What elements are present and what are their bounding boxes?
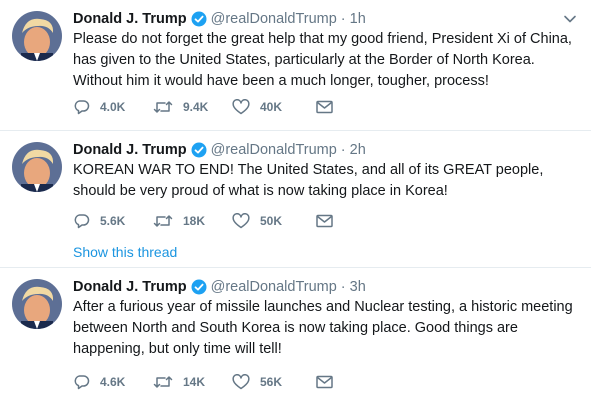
avatar[interactable]: [12, 11, 62, 61]
tweet-feed: Donald J. Trump @realDonaldTrump · 1h Pl…: [0, 0, 591, 408]
avatar[interactable]: [12, 142, 62, 192]
heart-icon: [232, 374, 250, 390]
reply-button[interactable]: 4.6K: [73, 374, 153, 390]
retweet-icon: [153, 213, 173, 229]
verified-badge-icon: [191, 11, 207, 27]
separator-dot: ·: [340, 142, 346, 158]
retweet-button[interactable]: 9.4K: [153, 99, 232, 115]
tweet-actions: 4.6K 14K 56K: [73, 372, 333, 392]
like-button[interactable]: 56K: [232, 374, 316, 390]
tweet-actions: 4.0K 9.4K 40K: [73, 97, 333, 117]
heart-icon: [232, 99, 250, 115]
retweet-button[interactable]: 18K: [153, 213, 232, 229]
like-count: 56K: [260, 375, 283, 389]
verified-badge-icon: [191, 142, 207, 158]
reply-button[interactable]: 4.0K: [73, 99, 153, 115]
reply-bubble-icon: [73, 213, 90, 229]
retweet-count: 18K: [183, 214, 206, 228]
show-thread-link[interactable]: Show this thread: [73, 244, 177, 260]
separator-dot: ·: [340, 11, 346, 27]
reply-bubble-icon: [73, 99, 90, 115]
retweet-count: 9.4K: [183, 100, 209, 114]
like-button[interactable]: 40K: [232, 99, 316, 115]
tweet-header: Donald J. Trump @realDonaldTrump · 2h: [73, 139, 561, 161]
timestamp[interactable]: 1h: [350, 11, 366, 27]
heart-icon: [232, 213, 250, 229]
like-count: 40K: [260, 100, 283, 114]
direct-message-button[interactable]: [316, 100, 333, 114]
author-name[interactable]: Donald J. Trump: [73, 279, 187, 295]
chevron-down-icon[interactable]: [563, 12, 577, 26]
timestamp[interactable]: 3h: [350, 279, 366, 295]
tweet-actions: 5.6K 18K 50K: [73, 211, 333, 231]
avatar[interactable]: [12, 279, 62, 329]
author-handle[interactable]: @realDonaldTrump: [211, 11, 337, 27]
reply-bubble-icon: [73, 374, 90, 390]
reply-count: 4.6K: [100, 375, 126, 389]
reply-count: 4.0K: [100, 100, 126, 114]
tweet-header: Donald J. Trump @realDonaldTrump · 3h: [73, 276, 561, 298]
envelope-icon: [316, 100, 333, 114]
envelope-icon: [316, 375, 333, 389]
tweet-text: KOREAN WAR TO END! The United States, an…: [73, 162, 544, 199]
direct-message-button[interactable]: [316, 214, 333, 228]
tweet-text: Please do not forget the great help that…: [73, 31, 572, 89]
tweet[interactable]: Donald J. Trump @realDonaldTrump · 2h KO…: [0, 131, 591, 268]
separator-dot: ·: [340, 279, 346, 295]
direct-message-button[interactable]: [316, 375, 333, 389]
tweet-text: After a furious year of missile launches…: [73, 299, 573, 357]
envelope-icon: [316, 214, 333, 228]
tweet[interactable]: Donald J. Trump @realDonaldTrump · 1h Pl…: [0, 0, 591, 131]
author-handle[interactable]: @realDonaldTrump: [211, 279, 337, 295]
author-name[interactable]: Donald J. Trump: [73, 142, 187, 158]
author-handle[interactable]: @realDonaldTrump: [211, 142, 337, 158]
author-name[interactable]: Donald J. Trump: [73, 11, 187, 27]
retweet-icon: [153, 374, 173, 390]
like-button[interactable]: 50K: [232, 213, 316, 229]
like-count: 50K: [260, 214, 283, 228]
retweet-count: 14K: [183, 375, 206, 389]
reply-count: 5.6K: [100, 214, 126, 228]
tweet[interactable]: Donald J. Trump @realDonaldTrump · 3h Af…: [0, 268, 591, 408]
retweet-icon: [153, 99, 173, 115]
reply-button[interactable]: 5.6K: [73, 213, 153, 229]
timestamp[interactable]: 2h: [350, 142, 366, 158]
retweet-button[interactable]: 14K: [153, 374, 232, 390]
tweet-header: Donald J. Trump @realDonaldTrump · 1h: [73, 8, 561, 30]
verified-badge-icon: [191, 279, 207, 295]
